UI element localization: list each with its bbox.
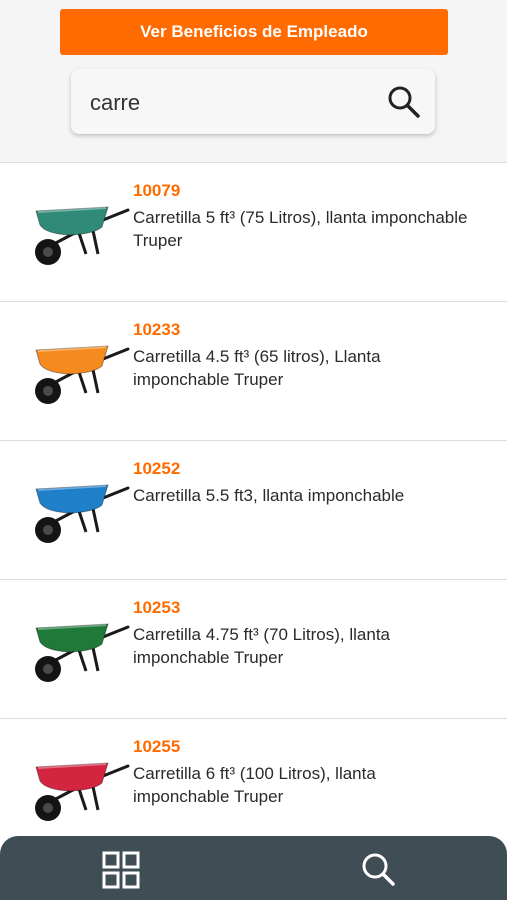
product-description: Carretilla 6 ft³ (100 Litros), llanta im…: [133, 764, 376, 806]
bottom-navigation: [0, 836, 507, 900]
product-description: Carretilla 5.5 ft3, llanta imponchable: [133, 486, 405, 505]
wheelbarrow-image: [35, 762, 130, 821]
product-list: 10079 Carretilla 5 ft³ (75 Litros), llant…: [0, 163, 507, 838]
product-code: 10252: [133, 459, 181, 478]
product-list-item[interactable]: 10079 Carretilla 5 ft³ (75 Litros), llant…: [0, 163, 507, 302]
search-icon[interactable]: [387, 85, 421, 119]
employee-benefits-button[interactable]: Ver Beneficios de Empleado: [60, 9, 448, 55]
product-list-item[interactable]: 10255 Carretilla 6 ft³ (100 Litros), llan…: [0, 719, 507, 838]
search-query-text[interactable]: carre: [90, 90, 140, 116]
search-icon[interactable]: [360, 851, 396, 887]
wheelbarrow-image: [35, 206, 130, 265]
product-list-item[interactable]: 10253 Carretilla 4.75 ft³ (70 Litros), ll…: [0, 580, 507, 719]
grid-icon[interactable]: [102, 851, 140, 889]
product-code: 10079: [133, 181, 181, 200]
product-description: Carretilla 5 ft³ (75 Litros), llanta imp…: [133, 208, 468, 250]
product-code: 10233: [133, 320, 181, 339]
search-input[interactable]: carre: [71, 69, 435, 134]
header: Ver Beneficios de Empleado carre: [0, 0, 507, 163]
wheelbarrow-image: [35, 345, 130, 404]
product-list-item[interactable]: 10252 Carretilla 5.5 ft3, llanta imponcha…: [0, 441, 507, 580]
wheelbarrow-image: [35, 484, 130, 543]
product-description: Carretilla 4.5 ft³ (65 litros), Llanta i…: [133, 347, 381, 389]
product-code: 10253: [133, 598, 181, 617]
wheelbarrow-image: [35, 623, 130, 682]
product-code: 10255: [133, 737, 181, 756]
product-description: Carretilla 4.75 ft³ (70 Litros), llanta …: [133, 625, 390, 667]
product-list-item[interactable]: 10233 Carretilla 4.5 ft³ (65 litros), Lla…: [0, 302, 507, 441]
